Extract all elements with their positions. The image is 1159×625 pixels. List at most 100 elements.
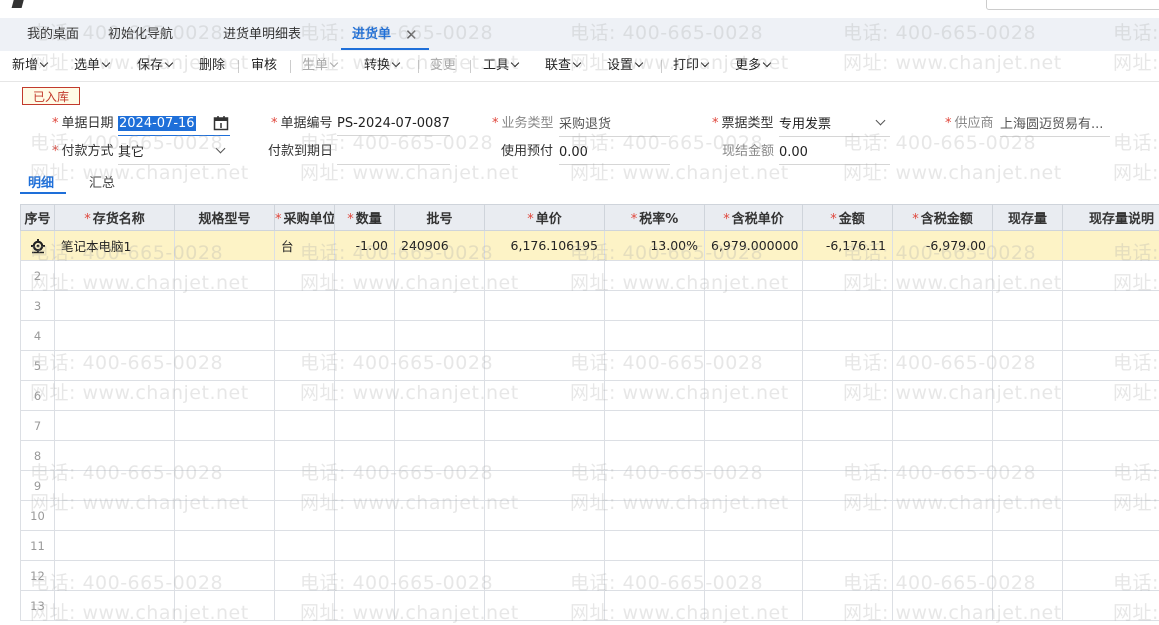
grid-cell[interactable] (175, 591, 275, 621)
tab-purchase-order[interactable]: 进货单 (352, 18, 391, 51)
grid-cell[interactable] (893, 501, 993, 531)
grid-cell[interactable] (705, 471, 803, 501)
grid-cell[interactable] (275, 531, 335, 561)
table-row[interactable]: 5 (21, 351, 1159, 381)
grid-cell[interactable] (1063, 321, 1159, 351)
grid-cell[interactable] (893, 381, 993, 411)
col-header-price[interactable]: *单价 (485, 205, 605, 231)
table-row[interactable]: 7 (21, 411, 1159, 441)
grid-cell[interactable] (485, 591, 605, 621)
grid-cell[interactable] (1063, 591, 1159, 621)
grid-cell[interactable] (395, 261, 485, 291)
grid-cell[interactable] (175, 261, 275, 291)
col-header-tax-amount[interactable]: *含税金额 (893, 205, 993, 231)
tab-init-guide[interactable]: 初始化导航 (108, 18, 173, 51)
grid-cell[interactable] (55, 501, 175, 531)
pay-due-input[interactable] (337, 142, 450, 165)
grid-cell[interactable] (803, 411, 893, 441)
more-button[interactable]: 更多 (735, 51, 770, 81)
grid-cell[interactable] (1063, 381, 1159, 411)
grid-cell[interactable] (705, 291, 803, 321)
generate-order-button[interactable]: 生单 (302, 51, 337, 81)
grid-cell[interactable] (395, 531, 485, 561)
grid-cell[interactable] (993, 471, 1063, 501)
grid-cell[interactable] (1063, 411, 1159, 441)
grid-cell[interactable] (893, 411, 993, 441)
col-header-stock[interactable]: 现存量 (993, 205, 1063, 231)
grid-cell[interactable] (395, 291, 485, 321)
grid-cell[interactable] (175, 501, 275, 531)
grid-cell[interactable] (605, 531, 705, 561)
grid-cell[interactable] (605, 261, 705, 291)
grid-cell[interactable] (605, 381, 705, 411)
grid-cell[interactable] (335, 471, 395, 501)
grid-cell[interactable] (893, 291, 993, 321)
grid-cell[interactable] (1063, 531, 1159, 561)
grid-cell[interactable] (275, 471, 335, 501)
select-order-button[interactable]: 选单 (74, 51, 109, 81)
grid-cell[interactable] (395, 501, 485, 531)
grid-cell[interactable] (395, 471, 485, 501)
grid-cell[interactable] (275, 351, 335, 381)
grid-cell[interactable] (705, 321, 803, 351)
settings-button[interactable]: 设置 (607, 51, 642, 81)
grid-cell[interactable] (395, 381, 485, 411)
grid-cell[interactable] (993, 291, 1063, 321)
grid-cell[interactable] (485, 381, 605, 411)
grid-cell[interactable] (1063, 501, 1159, 531)
grid-cell[interactable] (395, 321, 485, 351)
grid-cell[interactable] (55, 531, 175, 561)
grid-cell[interactable] (893, 561, 993, 591)
grid-cell[interactable] (993, 561, 1063, 591)
col-header-tax-rate[interactable]: *税率% (605, 205, 705, 231)
grid-cell[interactable] (275, 441, 335, 471)
cell-price[interactable]: 6,176.106195 (485, 231, 605, 261)
grid-cell[interactable] (705, 591, 803, 621)
grid-cell[interactable] (605, 321, 705, 351)
grid-cell[interactable] (485, 351, 605, 381)
grid-cell[interactable] (803, 561, 893, 591)
grid-cell[interactable] (803, 381, 893, 411)
grid-cell[interactable] (605, 291, 705, 321)
grid-cell[interactable] (993, 321, 1063, 351)
cell-spec[interactable] (175, 231, 275, 261)
grid-cell[interactable] (705, 261, 803, 291)
grid-cell[interactable] (335, 351, 395, 381)
grid-cell[interactable] (485, 441, 605, 471)
cell-tax-rate[interactable]: 13.00% (605, 231, 705, 261)
grid-cell[interactable] (803, 441, 893, 471)
col-header-tax-price[interactable]: *含税单价 (705, 205, 803, 231)
print-button[interactable]: 打印 (673, 51, 708, 81)
grid-cell[interactable] (705, 501, 803, 531)
grid-cell[interactable] (485, 261, 605, 291)
grid-cell[interactable] (55, 381, 175, 411)
table-row[interactable]: 11 (21, 531, 1159, 561)
col-header-unit[interactable]: *采购单位 (275, 205, 335, 231)
grid-cell[interactable] (335, 381, 395, 411)
col-header-qty[interactable]: *数量 (335, 205, 395, 231)
grid-cell[interactable] (705, 441, 803, 471)
grid-cell[interactable] (175, 531, 275, 561)
calendar-icon[interactable] (213, 115, 229, 131)
grid-cell[interactable] (335, 501, 395, 531)
grid-cell[interactable] (335, 321, 395, 351)
row-settings-cell[interactable] (21, 231, 55, 261)
grid-cell[interactable] (1063, 261, 1159, 291)
prepay-input[interactable]: 0.00 (559, 142, 670, 165)
grid-cell[interactable] (55, 471, 175, 501)
grid-cell[interactable] (275, 291, 335, 321)
grid-cell[interactable] (275, 561, 335, 591)
grid-cell[interactable] (175, 381, 275, 411)
invoice-type-select[interactable]: 专用发票 (779, 114, 890, 137)
grid-cell[interactable] (485, 291, 605, 321)
cell-unit[interactable]: 台 (275, 231, 335, 261)
grid-cell[interactable] (175, 561, 275, 591)
grid-cell[interactable] (55, 441, 175, 471)
grid-cell[interactable] (395, 561, 485, 591)
grid-cell[interactable] (893, 351, 993, 381)
grid-cell[interactable] (993, 591, 1063, 621)
grid-cell[interactable] (993, 501, 1063, 531)
tab-purchase-detail-report[interactable]: 进货单明细表 (223, 18, 301, 51)
grid-cell[interactable] (335, 531, 395, 561)
subtab-detail[interactable]: 明细 (28, 172, 54, 191)
